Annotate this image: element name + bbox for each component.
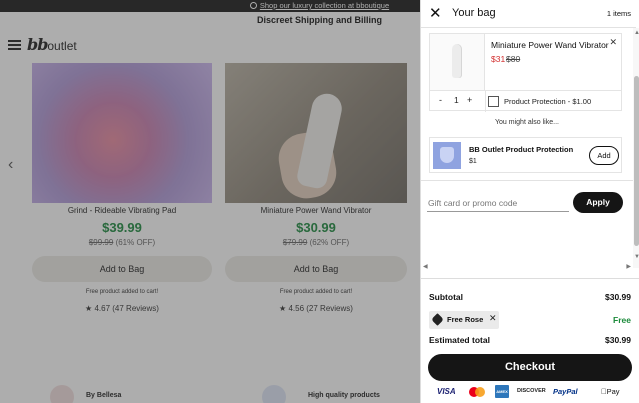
horizontal-scrollbar[interactable]: ◀ ▶ bbox=[421, 263, 633, 271]
scroll-left-icon[interactable]: ◀ bbox=[423, 263, 428, 270]
remove-discount-icon[interactable]: ✕ bbox=[489, 313, 497, 324]
apple-pay-icon: Pay bbox=[601, 387, 620, 396]
visa-icon: VISA bbox=[437, 387, 456, 396]
cart-title: Your bag bbox=[452, 7, 496, 19]
total-label: Estimated total bbox=[429, 335, 490, 345]
order-summary: Subtotal $30.99 Free Rose ✕ Free Estimat… bbox=[421, 278, 639, 403]
promo-code-input[interactable] bbox=[427, 194, 569, 212]
item-was-price: $80 bbox=[506, 54, 521, 64]
scroll-down-icon[interactable]: ▼ bbox=[634, 254, 639, 260]
item-thumbnail[interactable] bbox=[430, 34, 485, 90]
cart-drawer: ✕ Your bag 1 items ▲ ▼ ◀ ▶ Miniature Pow… bbox=[420, 0, 639, 403]
product-protection-label[interactable]: Product Protection - $1.00 bbox=[504, 97, 591, 106]
shield-icon bbox=[440, 147, 454, 163]
tag-icon bbox=[431, 313, 444, 326]
wand-image bbox=[452, 44, 462, 78]
drawer-overlay[interactable] bbox=[0, 0, 420, 403]
total-value: $30.99 bbox=[605, 335, 631, 345]
paypal-icon: PayPal bbox=[553, 387, 578, 396]
section-divider bbox=[421, 180, 633, 181]
qty-value: 1 bbox=[454, 95, 459, 105]
vertical-scrollbar[interactable]: ▲ ▼ bbox=[633, 28, 639, 268]
remove-item-icon[interactable]: ✕ bbox=[609, 37, 617, 48]
qty-decrease-button[interactable]: - bbox=[439, 95, 442, 105]
upsell-heading: You might also like... bbox=[495, 119, 559, 126]
product-protection-checkbox[interactable] bbox=[488, 96, 499, 107]
subtotal-label: Subtotal bbox=[429, 292, 463, 302]
cart-item-count: 1 items bbox=[606, 9, 631, 18]
discount-chip-label: Free Rose bbox=[447, 315, 484, 324]
checkout-button[interactable]: Checkout bbox=[428, 354, 632, 381]
item-name[interactable]: Miniature Power Wand Vibrator bbox=[491, 40, 616, 50]
qty-divider bbox=[485, 91, 486, 112]
add-upsell-button[interactable]: Add bbox=[589, 146, 619, 165]
scroll-right-icon[interactable]: ▶ bbox=[626, 263, 631, 270]
discount-value: Free bbox=[613, 315, 631, 325]
discover-icon: DISCOVER bbox=[517, 388, 546, 394]
amex-icon: AMEX bbox=[495, 385, 509, 398]
upsell-card: BB Outlet Product Protection $1 Add bbox=[429, 137, 622, 173]
payment-methods: VISA AMEX DISCOVER PayPal Pay bbox=[429, 385, 634, 399]
upsell-name: BB Outlet Product Protection bbox=[469, 145, 574, 154]
close-icon[interactable]: ✕ bbox=[429, 6, 442, 22]
upsell-price: $1 bbox=[469, 158, 477, 165]
mastercard-icon bbox=[469, 385, 487, 398]
scroll-thumb[interactable] bbox=[634, 76, 639, 246]
discount-chip: Free Rose ✕ bbox=[429, 311, 499, 329]
header-divider bbox=[421, 27, 636, 28]
item-price: $31 bbox=[491, 54, 506, 64]
scroll-up-icon[interactable]: ▲ bbox=[634, 30, 639, 36]
quantity-row: - 1 + Product Protection - $1.00 bbox=[430, 90, 621, 112]
apply-promo-button[interactable]: Apply bbox=[573, 192, 623, 213]
qty-increase-button[interactable]: + bbox=[467, 95, 472, 105]
cart-line-item: Miniature Power Wand Vibrator ✕ $31 $80 … bbox=[429, 33, 622, 112]
upsell-thumbnail bbox=[433, 142, 461, 169]
subtotal-value: $30.99 bbox=[605, 292, 631, 302]
